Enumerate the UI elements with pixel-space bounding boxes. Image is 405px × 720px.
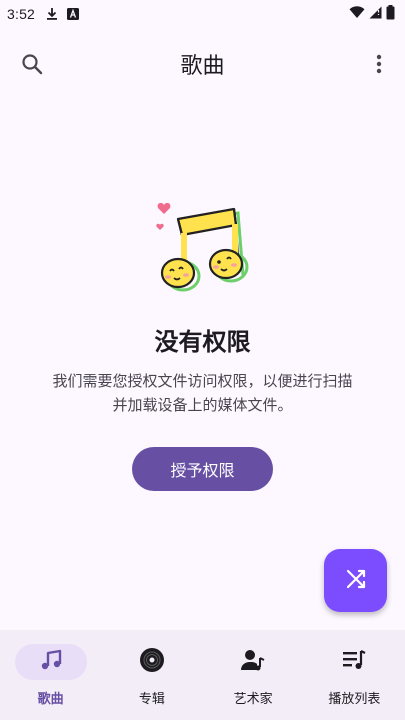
status-bar: 3:52 [0,0,405,28]
signal-icon [369,6,382,23]
shuffle-icon [345,568,367,594]
battery-icon [386,4,395,24]
page-title: 歌曲 [180,54,225,79]
search-icon[interactable] [18,50,46,78]
playlist-icon [341,647,367,677]
nav-active-indicator [14,644,87,680]
empty-state-description: 我们需要您授权文件访问权限，以便进行扫描并加载设备上的媒体文件。 [52,372,353,414]
more-vert-icon[interactable] [365,50,393,78]
nav-label-songs: 歌曲 [37,692,64,707]
artist-icon [240,647,266,677]
nav-item-songs[interactable]: 歌曲 [0,630,101,720]
music-note-faces-illustration [148,195,258,300]
nav-label-artists: 艺术家 [233,692,273,707]
wifi-icon [349,5,365,23]
empty-state-title: 没有权限 [154,328,251,356]
download-icon [45,7,59,21]
a-box-icon [67,8,80,20]
nav-icon-container [116,644,188,680]
status-time: 3:52 [7,6,36,22]
nav-label-playlists: 播放列表 [328,692,381,707]
nav-icon-container [217,644,289,680]
nav-icon-container [318,644,390,680]
music-note-icon [39,648,63,676]
bottom-navigation: 歌曲 专辑 艺术家 播放列表 [0,630,405,720]
nav-item-albums[interactable]: 专辑 [101,630,202,720]
nav-item-artists[interactable]: 艺术家 [203,630,304,720]
grant-permission-button[interactable]: 授予权限 [132,447,273,491]
nav-label-albums: 专辑 [138,692,165,707]
top-app-bar: 歌曲 [0,36,405,92]
shuffle-fab[interactable] [324,549,387,612]
empty-state: 没有权限 我们需要您授权文件访问权限，以便进行扫描并加载设备上的媒体文件。 授予… [0,195,405,491]
nav-item-playlists[interactable]: 播放列表 [304,630,405,720]
album-icon [139,647,165,677]
